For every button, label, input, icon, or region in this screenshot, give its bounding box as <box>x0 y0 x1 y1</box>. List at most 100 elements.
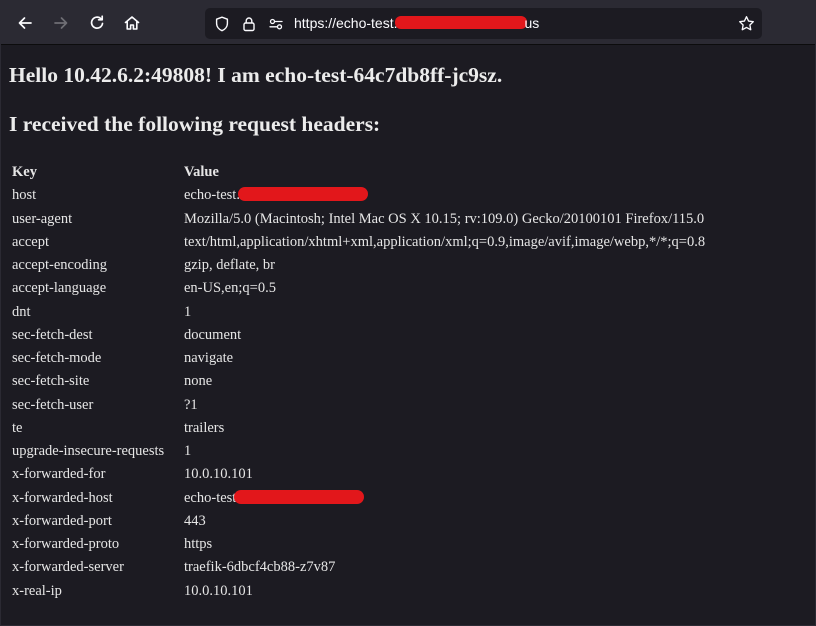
headers-table: Key Value host echo-test. user-agent Mozill… <box>9 161 708 603</box>
header-value: navigate <box>184 350 234 367</box>
header-value: en-US,en;q=0.5 <box>184 280 276 297</box>
header-key: x-forwarded-for <box>12 466 106 483</box>
header-value-cell: https <box>181 533 708 556</box>
header-value: echo-test. <box>184 187 240 204</box>
star-icon <box>739 16 754 31</box>
table-row: accept-encoding gzip, deflate, br <box>9 254 708 277</box>
header-value-cell: echo-test <box>181 487 708 510</box>
header-value-cell: traefik-6dbcf4cb88-z7v87 <box>181 556 708 579</box>
header-value-cell: en-US,en;q=0.5 <box>181 277 708 300</box>
table-row: x-forwarded-for 10.0.10.101 <box>9 463 708 486</box>
lock-icon <box>242 16 255 31</box>
header-value-cell: none <box>181 370 708 393</box>
header-value-cell: text/html,application/xhtml+xml,applicat… <box>181 231 708 254</box>
table-row: accept-language en-US,en;q=0.5 <box>9 277 708 300</box>
url-prefix: https://echo-test. <box>294 15 398 31</box>
reload-icon <box>90 15 104 29</box>
header-value-cell: 1 <box>181 440 708 463</box>
arrow-left-icon <box>18 17 32 29</box>
table-row: user-agent Mozilla/5.0 (Macintosh; Intel … <box>9 208 708 231</box>
forward-button[interactable] <box>48 10 74 36</box>
table-row: accept text/html,application/xhtml+xml,ap… <box>9 231 708 254</box>
table-row: host echo-test. <box>9 184 708 207</box>
header-value-cell: gzip, deflate, br <box>181 254 708 277</box>
reload-button[interactable] <box>84 10 110 36</box>
header-value: 1 <box>184 303 192 320</box>
header-key: host <box>12 187 37 204</box>
header-key: sec-fetch-dest <box>12 326 93 343</box>
table-row: sec-fetch-mode navigate <box>9 347 708 370</box>
table-row: sec-fetch-user ?1 <box>9 394 708 417</box>
bookmark-button[interactable] <box>737 14 756 33</box>
redaction-mark <box>234 489 365 504</box>
header-key: x-forwarded-proto <box>12 536 120 553</box>
header-value-cell: trailers <box>181 417 708 440</box>
header-value-cell: 443 <box>181 510 708 533</box>
header-value: 443 <box>184 512 206 529</box>
table-row: x-forwarded-proto https <box>9 533 708 556</box>
header-value: traefik-6dbcf4cb88-z7v87 <box>184 559 336 576</box>
header-value: trailers <box>184 419 225 436</box>
header-value-cell: navigate <box>181 347 708 370</box>
header-value: ?1 <box>184 396 198 413</box>
header-value-cell: ?1 <box>181 394 708 417</box>
header-value: document <box>184 326 242 343</box>
header-key: sec-fetch-user <box>12 396 94 413</box>
header-value-cell: Mozilla/5.0 (Macintosh; Intel Mac OS X 1… <box>181 208 708 231</box>
url-redaction <box>394 16 527 29</box>
header-value: none <box>184 373 213 390</box>
table-row: x-forwarded-host echo-test <box>9 487 708 510</box>
header-value-cell: 1 <box>181 301 708 324</box>
header-key: dnt <box>12 303 31 320</box>
home-icon <box>124 16 140 30</box>
header-value-cell: echo-test. <box>181 184 708 207</box>
url-suffix: us <box>524 15 540 31</box>
table-row: x-forwarded-port 443 <box>9 510 708 533</box>
header-key: x-forwarded-port <box>12 512 112 529</box>
table-row: sec-fetch-dest document <box>9 324 708 347</box>
page-content: Hello 10.42.6.2:49808! I am echo-test-64… <box>1 45 815 625</box>
browser-toolbar: https://echo-test. us <box>1 1 815 45</box>
header-key: x-forwarded-host <box>12 489 113 506</box>
table-row: dnt 1 <box>9 301 708 324</box>
headers-table-body: host echo-test. user-agent Mozilla/5.0 (Mac… <box>9 184 708 603</box>
header-key: accept-encoding <box>12 257 108 274</box>
table-row: x-real-ip 10.0.10.101 <box>9 580 708 603</box>
url-text[interactable]: https://echo-test. us <box>294 15 539 31</box>
table-header-row: Key Value <box>9 161 708 184</box>
column-header-value: Value <box>184 164 219 181</box>
header-key: upgrade-insecure-requests <box>12 443 165 460</box>
header-value: 10.0.10.101 <box>184 582 253 599</box>
header-key: user-agent <box>12 210 73 227</box>
header-value: 1 <box>184 443 192 460</box>
header-value-cell: 10.0.10.101 <box>181 463 708 486</box>
table-row: x-forwarded-server traefik-6dbcf4cb88-z7v… <box>9 556 708 579</box>
permissions-icon <box>268 18 283 29</box>
table-row: sec-fetch-site none <box>9 370 708 393</box>
header-value: echo-test <box>184 489 237 506</box>
header-value: https <box>184 536 213 553</box>
headers-heading: I received the following request headers… <box>9 112 381 136</box>
header-key: x-forwarded-server <box>12 559 124 576</box>
header-value-cell: 10.0.10.101 <box>181 580 708 603</box>
home-button[interactable] <box>119 10 145 36</box>
tracking-protection-button[interactable] <box>213 15 230 32</box>
browser-window: https://echo-test. us Hello 10.42.6.2:498… <box>0 0 816 626</box>
shield-icon <box>215 16 228 31</box>
header-key: x-real-ip <box>12 582 62 599</box>
redaction-mark <box>237 187 368 202</box>
header-value: text/html,application/xhtml+xml,applicat… <box>184 233 706 250</box>
header-value-cell: document <box>181 324 708 347</box>
header-key: sec-fetch-site <box>12 373 90 390</box>
header-key: accept <box>12 233 50 250</box>
header-value: 10.0.10.101 <box>184 466 253 483</box>
greeting-heading: Hello 10.42.6.2:49808! I am echo-test-64… <box>9 63 503 87</box>
permissions-button[interactable] <box>267 15 284 32</box>
table-row: te trailers <box>9 417 708 440</box>
table-row: upgrade-insecure-requests 1 <box>9 440 708 463</box>
back-button[interactable] <box>12 10 38 36</box>
url-bar[interactable]: https://echo-test. us <box>205 8 762 39</box>
header-value: gzip, deflate, br <box>184 257 275 274</box>
site-security-button[interactable] <box>240 15 257 32</box>
column-header-key: Key <box>12 164 37 181</box>
